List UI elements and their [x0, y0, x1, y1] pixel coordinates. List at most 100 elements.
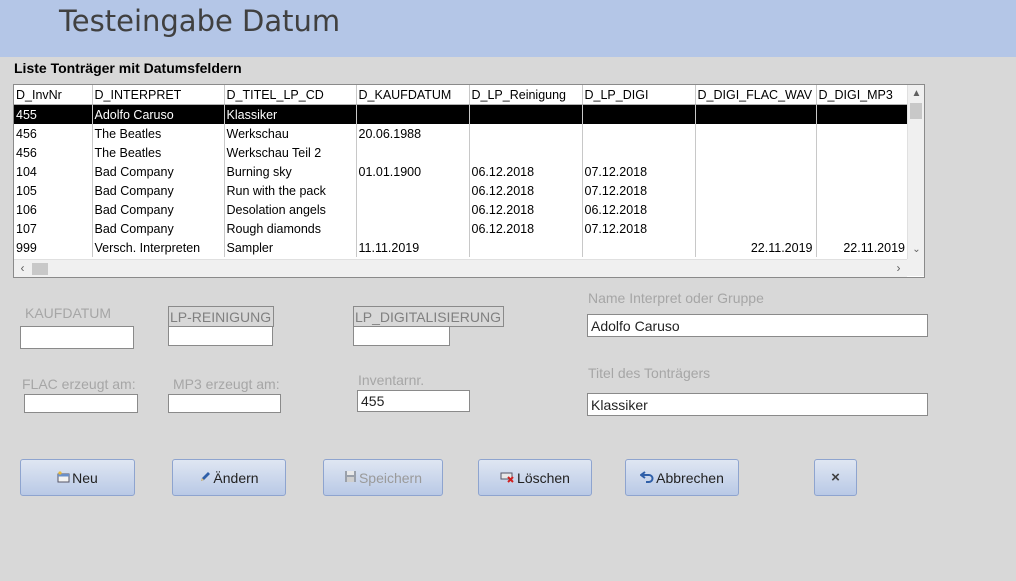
- lp-digitalisierung-field[interactable]: [353, 326, 450, 346]
- table-row[interactable]: 456 The Beatles Werkschau 20.06.1988: [14, 124, 908, 143]
- cell-flac: [694, 219, 816, 238]
- cell-flac: [694, 200, 816, 219]
- table-row[interactable]: 104 Bad Company Burning sky 01.01.1900 0…: [14, 162, 908, 181]
- column-header[interactable]: D_LP_DIGI: [581, 85, 695, 105]
- new-record-icon: [57, 470, 70, 485]
- scrollbar-corner: [907, 259, 924, 276]
- kaufdatum-label: KAUFDATUM: [25, 305, 112, 321]
- column-header[interactable]: D_KAUFDATUM: [355, 85, 469, 105]
- cell-interpret: Bad Company: [91, 162, 224, 181]
- cell-titel: Klassiker: [223, 104, 356, 124]
- column-header[interactable]: D_LP_Reinigung: [468, 85, 582, 105]
- records-listbox[interactable]: D_InvNr D_INTERPRET D_TITEL_LP_CD D_KAUF…: [13, 84, 925, 278]
- cell-invnr: 455: [14, 104, 92, 124]
- cell-titel: Run with the pack: [223, 181, 356, 200]
- neu-button[interactable]: Neu: [20, 459, 135, 496]
- cell-mp3: [815, 219, 908, 238]
- cell-invnr: 105: [16, 183, 37, 198]
- interpret-label: Name Interpret oder Gruppe: [588, 290, 764, 306]
- cell-mp3: [815, 162, 908, 181]
- lp-reinigung-field[interactable]: [168, 326, 273, 346]
- cell-digi: 07.12.2018: [581, 162, 695, 181]
- flac-label: FLAC erzeugt am:: [22, 376, 136, 392]
- list-caption: Liste Tonträger mit Datumsfeldern: [14, 60, 242, 76]
- cell-interpret: The Beatles: [91, 143, 224, 162]
- cell-flac: 22.11.2019: [694, 238, 816, 257]
- speichern-button[interactable]: Speichern: [323, 459, 443, 496]
- cell-kaufdatum: [355, 143, 469, 162]
- lp-reinigung-label: LP-REINIGUNG: [168, 306, 275, 327]
- table-row[interactable]: 106 Bad Company Desolation angels 06.12.…: [14, 200, 908, 219]
- cell-invnr: 107: [16, 221, 37, 236]
- table-row[interactable]: 107 Bad Company Rough diamonds 06.12.201…: [14, 219, 908, 238]
- column-header[interactable]: D_DIGI_MP3: [815, 85, 908, 105]
- cell-interpret: The Beatles: [91, 124, 224, 143]
- vertical-scrollbar[interactable]: ▲ ⌄: [907, 85, 924, 259]
- cell-flac: [694, 143, 816, 162]
- undo-icon: [639, 470, 654, 485]
- pencil-icon: [199, 471, 211, 485]
- aendern-button[interactable]: Ändern: [172, 459, 286, 496]
- kaufdatum-field[interactable]: [20, 326, 134, 349]
- titel-field[interactable]: [587, 393, 928, 416]
- mp3-field[interactable]: [168, 394, 281, 413]
- cell-invnr: 456: [16, 126, 37, 141]
- inventarnr-field[interactable]: [357, 390, 470, 412]
- cell-interpret: Versch. Interpreten: [91, 238, 224, 257]
- cell-reinigung: [468, 238, 582, 257]
- aendern-button-label: Ändern: [213, 469, 259, 486]
- cell-reinigung: [468, 143, 582, 162]
- abbrechen-button-label: Abbrechen: [656, 469, 724, 486]
- close-button[interactable]: ×: [814, 459, 857, 496]
- save-icon: [344, 470, 357, 485]
- speichern-button-label: Speichern: [358, 469, 423, 486]
- column-header[interactable]: D_DIGI_FLAC_WAV: [694, 85, 816, 105]
- form-title: Testeingabe Datum: [59, 4, 341, 38]
- inventarnr-label: Inventarnr.: [358, 372, 425, 388]
- table-row[interactable]: 999 Versch. Interpreten Sampler 11.11.20…: [14, 238, 908, 257]
- mp3-label: MP3 erzeugt am:: [173, 376, 280, 392]
- column-header[interactable]: D_TITEL_LP_CD: [223, 85, 356, 105]
- table-row[interactable]: 105 Bad Company Run with the pack 06.12.…: [14, 181, 908, 200]
- horizontal-scrollbar[interactable]: ‹ ›: [14, 259, 907, 277]
- cell-reinigung: [468, 124, 582, 143]
- cell-flac: [694, 124, 816, 143]
- vertical-scroll-thumb[interactable]: [910, 103, 922, 119]
- horizontal-scroll-thumb[interactable]: [32, 263, 48, 275]
- scroll-left-icon[interactable]: ‹: [14, 260, 31, 277]
- cell-flac: [694, 162, 816, 181]
- table-row[interactable]: 455 Adolfo Caruso Klassiker: [14, 104, 908, 124]
- cell-mp3: [815, 124, 908, 143]
- cell-kaufdatum: [355, 181, 469, 200]
- interpret-field[interactable]: [587, 314, 928, 337]
- cell-mp3: [815, 200, 908, 219]
- cell-kaufdatum: 20.06.1988: [355, 124, 469, 143]
- scroll-right-icon[interactable]: ›: [890, 260, 907, 277]
- cell-titel: Desolation angels: [223, 200, 356, 219]
- cell-invnr: 456: [16, 145, 37, 160]
- column-header[interactable]: D_InvNr: [14, 85, 92, 105]
- cell-kaufdatum: 11.11.2019: [355, 238, 469, 257]
- cell-titel: Burning sky: [223, 162, 356, 181]
- cell-mp3: 22.11.2019: [815, 238, 908, 257]
- scroll-down-icon[interactable]: ⌄: [908, 241, 924, 258]
- abbrechen-button[interactable]: Abbrechen: [625, 459, 739, 496]
- cell-flac: [694, 104, 816, 124]
- cell-titel: Rough diamonds: [223, 219, 356, 238]
- cell-flac: [694, 181, 816, 200]
- cell-reinigung: 06.12.2018: [468, 219, 582, 238]
- cell-kaufdatum: [355, 200, 469, 219]
- cell-mp3: [815, 181, 908, 200]
- flac-field[interactable]: [24, 394, 138, 413]
- cell-mp3: [815, 143, 908, 162]
- scroll-up-icon[interactable]: ▲: [908, 85, 924, 102]
- cell-invnr: 999: [16, 240, 37, 255]
- records-table: D_InvNr D_INTERPRET D_TITEL_LP_CD D_KAUF…: [14, 85, 908, 257]
- cell-kaufdatum: [355, 219, 469, 238]
- cell-reinigung: 06.12.2018: [468, 162, 582, 181]
- loeschen-button[interactable]: Löschen: [478, 459, 592, 496]
- cell-interpret: Bad Company: [91, 181, 224, 200]
- close-icon: ×: [831, 469, 840, 486]
- table-row[interactable]: 456 The Beatles Werkschau Teil 2: [14, 143, 908, 162]
- column-header[interactable]: D_INTERPRET: [91, 85, 224, 105]
